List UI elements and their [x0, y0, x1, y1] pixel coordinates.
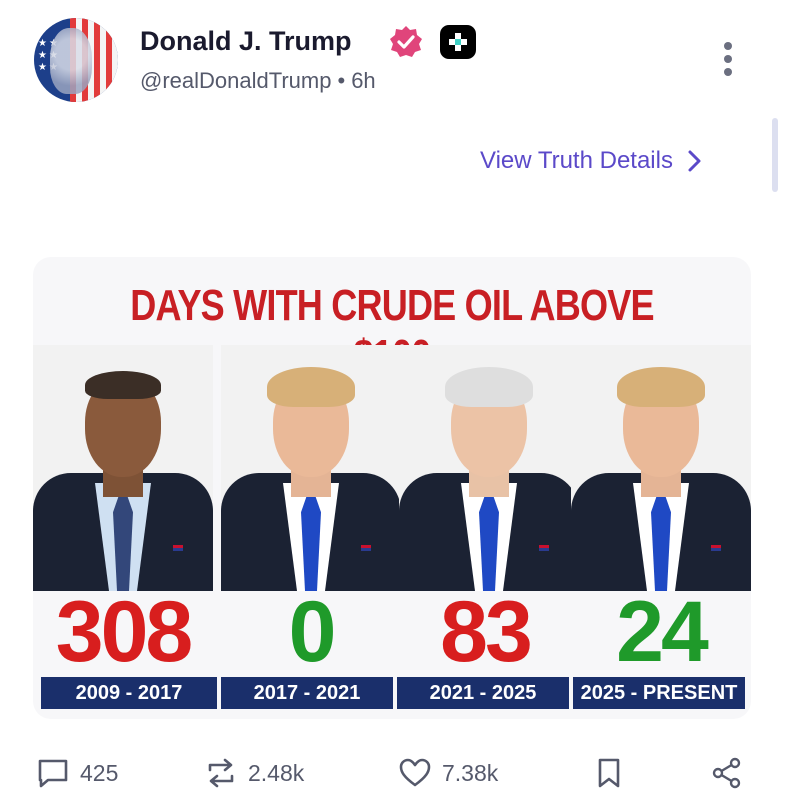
count-3: 83	[440, 584, 533, 680]
portrait-panel-2	[221, 345, 401, 591]
avatar[interactable]: ★★ ★★ ★★	[34, 18, 118, 102]
portrait-panel-3	[399, 345, 579, 591]
bookmark-icon	[598, 758, 620, 788]
count-1: 308	[55, 584, 194, 680]
like-count: 7.38k	[442, 759, 499, 786]
post-action-bar: 425 2.48k 7.38k	[0, 748, 785, 800]
retruth-count: 2.48k	[248, 759, 305, 786]
reply-count: 425	[80, 759, 119, 786]
count-2: 0	[288, 584, 337, 680]
like-button[interactable]: 7.38k	[398, 756, 498, 790]
scrollbar-thumb[interactable]	[772, 118, 778, 192]
period-label-1: 2009 - 2017	[41, 677, 217, 709]
handle[interactable]: @realDonaldTrump	[140, 68, 331, 93]
reply-icon	[38, 759, 68, 788]
share-button[interactable]	[710, 756, 744, 790]
more-icon[interactable]	[718, 40, 738, 80]
avatar-face	[50, 28, 92, 94]
share-icon	[712, 757, 741, 789]
count-4: 24	[616, 584, 709, 680]
timestamp[interactable]: 6h	[351, 68, 375, 93]
retruth-button[interactable]: 2.48k	[204, 756, 304, 790]
chevron-right-icon	[688, 150, 701, 172]
retruth-icon	[208, 758, 234, 788]
period-label-3: 2021 - 2025	[397, 677, 569, 709]
separator: •	[337, 68, 346, 93]
handle-line: @realDonaldTrump • 6h	[140, 68, 376, 94]
period-label-4: 2025 - PRESENT	[573, 677, 745, 709]
plus-badge-icon	[440, 25, 476, 59]
view-truth-details-label: View Truth Details	[480, 147, 673, 174]
reply-button[interactable]: 425	[36, 756, 118, 790]
portrait-panel-4	[571, 345, 751, 591]
portrait-panel-1	[33, 345, 213, 591]
like-icon	[399, 758, 431, 787]
view-truth-details-link[interactable]: View Truth Details	[480, 147, 703, 175]
verified-icon	[390, 26, 422, 57]
bookmark-button[interactable]	[592, 756, 626, 790]
display-name[interactable]: Donald J. Trump	[140, 26, 352, 57]
post-image[interactable]: DAYS WITH CRUDE OIL ABOVE $100	[33, 257, 751, 719]
period-label-2: 2017 - 2021	[221, 677, 393, 709]
